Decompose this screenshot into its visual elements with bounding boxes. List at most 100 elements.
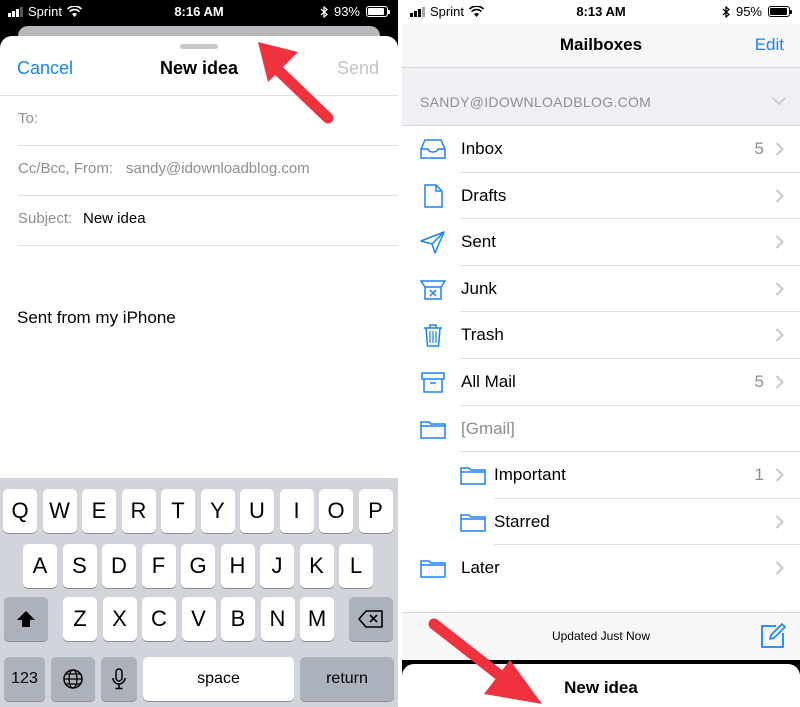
chevron-right-icon <box>775 142 784 156</box>
ccbcc-label: Cc/Bcc, From: <box>18 160 114 177</box>
mailbox-row[interactable]: Trash <box>402 312 800 359</box>
inbox-icon <box>420 139 446 159</box>
key-q[interactable]: Q <box>3 489 37 533</box>
send-button[interactable]: Send <box>337 58 379 79</box>
battery-percent: 93% <box>333 4 360 19</box>
chevron-right-icon <box>775 468 784 482</box>
unread-count: 5 <box>754 372 764 391</box>
message-body[interactable]: Sent from my iPhone <box>17 308 176 328</box>
key-b[interactable]: B <box>221 597 255 641</box>
mailbox-label: Trash <box>461 325 504 345</box>
mailbox-label: Starred <box>494 511 550 531</box>
chevron-right-icon <box>775 282 784 296</box>
backspace-icon <box>358 610 383 628</box>
mailbox-label: Junk <box>461 278 497 298</box>
chevron-right-icon <box>775 188 784 203</box>
shift-icon <box>17 611 35 627</box>
bluetooth-icon <box>722 5 730 18</box>
mailbox-label: Later <box>461 558 500 578</box>
mailbox-row[interactable]: Drafts <box>402 172 800 220</box>
battery-percent: 95% <box>735 4 762 19</box>
chevron-right-icon <box>775 515 784 529</box>
folder-icon <box>420 560 446 579</box>
sent-icon <box>420 231 445 254</box>
key-v[interactable]: V <box>181 597 216 641</box>
edit-button[interactable]: Edit <box>755 35 784 55</box>
key-i[interactable]: I <box>279 489 314 533</box>
key-s[interactable]: S <box>62 544 97 588</box>
subject-value: New idea <box>83 210 146 227</box>
to-field[interactable]: To: <box>0 96 398 146</box>
mailbox-label: All Mail <box>461 372 516 391</box>
shift-key[interactable] <box>4 597 48 641</box>
compose-nav-bar: Cancel New idea Send <box>0 50 398 96</box>
mailbox-label: Sent <box>461 232 496 252</box>
chevron-right-icon <box>775 561 784 576</box>
mailbox-label: Inbox <box>461 139 503 158</box>
key-f[interactable]: F <box>141 544 176 588</box>
subject-field[interactable]: Subject: New idea <box>0 196 398 246</box>
status-bar: Sprint 8:16 AM 93% <box>0 0 398 24</box>
battery-icon <box>366 6 390 17</box>
key-g[interactable]: G <box>181 544 215 588</box>
key-j[interactable]: J <box>260 544 294 588</box>
ccbcc-from-field[interactable]: Cc/Bcc, From: sandy@idownloadblog.com <box>0 146 398 196</box>
from-value: sandy@idownloadblog.com <box>126 160 310 177</box>
drafts-icon <box>424 183 443 208</box>
compose-icon[interactable] <box>760 623 786 649</box>
dictation-key[interactable] <box>101 657 137 701</box>
unread-count: 1 <box>754 465 764 485</box>
mailbox-label: Important <box>494 465 566 485</box>
key-y[interactable]: Y <box>200 489 235 533</box>
update-status: Updated Just Now <box>551 629 651 643</box>
key-c[interactable]: C <box>142 597 176 641</box>
keyboard: QWERTYUIOP ASDFGHJKL ZXCVBNM 123 space r… <box>0 478 398 707</box>
chevron-right-icon <box>775 235 784 249</box>
return-key[interactable]: return <box>300 657 394 701</box>
key-l[interactable]: L <box>339 544 373 588</box>
key-z[interactable]: Z <box>63 597 97 641</box>
trash-icon <box>424 324 442 348</box>
key-m[interactable]: M <box>300 597 334 641</box>
key-x[interactable]: X <box>102 597 137 641</box>
sheet-grabber-handle[interactable] <box>180 44 218 49</box>
mailbox-row[interactable]: Sent <box>402 219 800 266</box>
numbers-key[interactable]: 123 <box>4 657 45 701</box>
status-bar: Sprint 8:13 AM 95% <box>402 0 800 24</box>
key-r[interactable]: R <box>121 489 156 533</box>
key-u[interactable]: U <box>240 489 274 533</box>
mailbox-row[interactable]: [Gmail] <box>402 405 800 453</box>
mailbox-row[interactable]: Junk <box>402 265 800 313</box>
key-w[interactable]: W <box>42 489 77 533</box>
mailbox-label: Drafts <box>461 185 507 205</box>
archive-icon <box>421 372 445 393</box>
junk-icon <box>420 280 446 300</box>
key-k[interactable]: K <box>299 544 334 588</box>
globe-key[interactable] <box>51 657 95 701</box>
key-p[interactable]: P <box>358 489 393 533</box>
key-h[interactable]: H <box>220 544 255 588</box>
key-d[interactable]: D <box>102 544 136 588</box>
minimized-draft-bar[interactable]: New idea <box>402 660 800 707</box>
mailboxes-screen: Sprint 8:13 AM 95% Mailboxes Edit SANDY@… <box>402 0 800 707</box>
chevron-right-icon <box>775 328 784 343</box>
key-a[interactable]: A <box>23 544 57 588</box>
chevron-right-icon <box>775 375 784 389</box>
mailbox-row[interactable]: Important 1 <box>402 452 800 499</box>
delete-key[interactable] <box>349 597 393 641</box>
compose-screen: Sprint 8:16 AM 93% Cancel New idea Send … <box>0 0 398 707</box>
mailbox-row[interactable]: Starred <box>402 498 800 546</box>
key-n[interactable]: N <box>260 597 295 641</box>
space-key[interactable]: space <box>143 657 294 701</box>
key-t[interactable]: T <box>161 489 195 533</box>
account-header[interactable]: SANDY@IDOWNLOADBLOG.COM <box>402 68 800 126</box>
chevron-down-icon <box>772 97 786 106</box>
key-o[interactable]: O <box>319 489 353 533</box>
mailbox-row[interactable]: All Mail 5 <box>402 359 800 406</box>
mailbox-row[interactable]: Later <box>402 545 800 592</box>
globe-icon <box>63 669 83 689</box>
key-e[interactable]: E <box>82 489 116 533</box>
mailbox-row[interactable]: Inbox 5 <box>402 126 800 173</box>
bottom-toolbar: Updated Just Now <box>402 612 800 660</box>
microphone-icon <box>112 668 126 690</box>
